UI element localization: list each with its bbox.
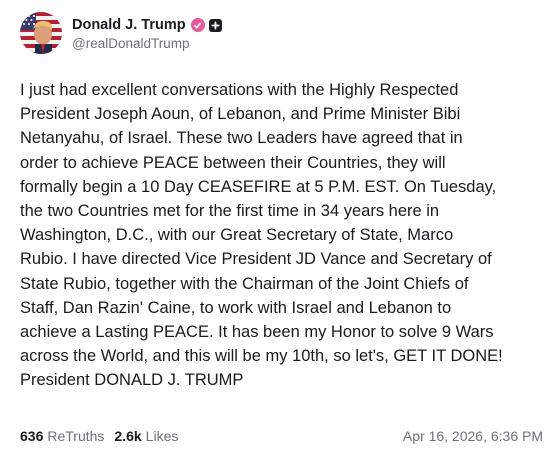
post-body-line: Washington, D.C., with our Great Secreta… xyxy=(20,226,454,245)
plus-square-icon xyxy=(208,18,222,32)
post-body-line: President DONALD J. TRUMP xyxy=(20,371,244,390)
post-body-line: President Joseph Aoun, of Lebanon, and P… xyxy=(20,105,461,124)
verified-badge-icon xyxy=(190,18,205,32)
post-timestamp[interactable]: Apr 16, 2026, 6:36 PM xyxy=(403,428,543,444)
avatar-portrait-flag-icon xyxy=(20,12,62,54)
post-card: Donald J. Trump @realDonaldTrump I just … xyxy=(0,0,558,458)
retruths-label: ReTruths xyxy=(47,428,105,444)
post-body: I just had excellent conversations with … xyxy=(20,78,548,393)
post-body-line: the two Countries met for the first time… xyxy=(20,202,440,221)
retruths-count: 636 xyxy=(20,428,44,444)
author-handle[interactable]: @realDonaldTrump xyxy=(72,36,222,51)
post-stats: 636 ReTruths 2.6k Likes xyxy=(20,428,178,444)
likes-label: Likes xyxy=(145,428,179,444)
post-body-line: Netanyahu, of Israel. These two Leaders … xyxy=(20,129,463,148)
post-body-line: I just had excellent conversations with … xyxy=(20,81,459,99)
retruths-stat[interactable]: 636 ReTruths xyxy=(20,428,104,444)
avatar[interactable] xyxy=(20,12,62,54)
post-body-line: achieve a Lasting PEACE. It has been my … xyxy=(20,323,494,342)
post-body-line: order to achieve PEACE between their Cou… xyxy=(20,153,446,172)
post-footer: 636 ReTruths 2.6k Likes Apr 16, 2026, 6:… xyxy=(20,428,543,444)
post-header: Donald J. Trump @realDonaldTrump xyxy=(20,12,222,54)
likes-stat[interactable]: 2.6k Likes xyxy=(114,428,178,444)
likes-count: 2.6k xyxy=(114,428,142,444)
post-body-line: across the World, and this will be my 10… xyxy=(20,347,503,366)
post-body-line: State Rubio, together with the Chairman … xyxy=(20,274,469,293)
author-identity: Donald J. Trump @realDonaldTrump xyxy=(72,15,222,51)
author-display-name[interactable]: Donald J. Trump xyxy=(72,17,186,33)
post-body-line: formally begin a 10 Day CEASEFIRE at 5 P… xyxy=(20,177,497,196)
post-body-line: Staff, Dan Razin' Caine, to work with Is… xyxy=(20,298,452,317)
post-body-line: Rubio. I have directed Vice President JD… xyxy=(20,250,492,269)
name-row: Donald J. Trump xyxy=(72,15,222,35)
